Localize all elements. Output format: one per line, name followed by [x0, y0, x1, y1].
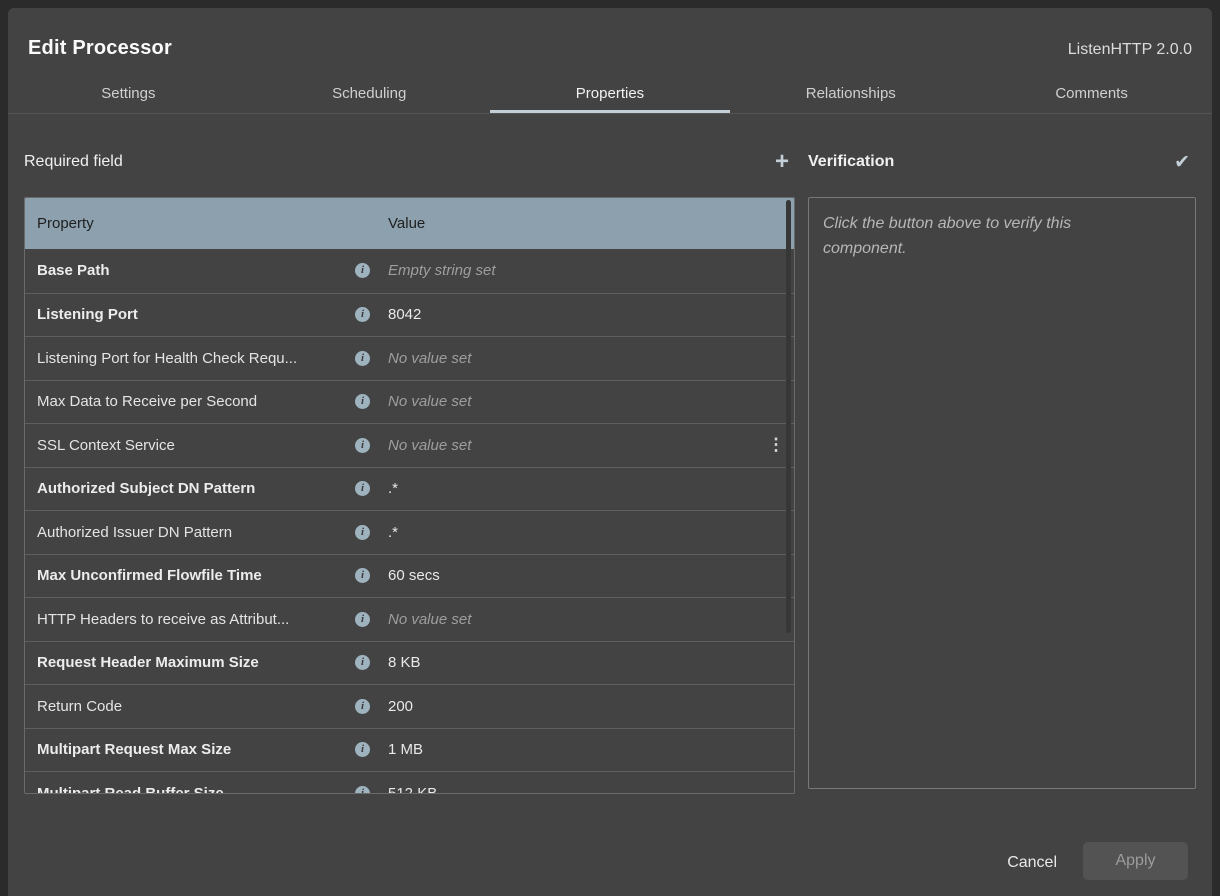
property-name: Max Data to Receive per Second	[37, 393, 355, 410]
tab-scheduling[interactable]: Scheduling	[249, 74, 490, 113]
info-icon[interactable]: i	[355, 655, 370, 670]
plus-icon: +	[775, 148, 789, 175]
property-name: HTTP Headers to receive as Attribut...	[37, 611, 355, 628]
info-icon[interactable]: i	[355, 263, 370, 278]
property-value[interactable]: 8042	[388, 306, 758, 323]
more-options-icon[interactable]: ⋮	[768, 435, 785, 455]
property-name: Multipart Request Max Size	[37, 741, 355, 758]
property-name: Max Unconfirmed Flowfile Time	[37, 567, 355, 584]
property-value[interactable]: 60 secs	[388, 567, 758, 584]
dialog-body: Required field + Property Value Base Pat…	[8, 114, 1212, 794]
tab-settings[interactable]: Settings	[8, 74, 249, 113]
properties-section: Required field + Property Value Base Pat…	[24, 114, 795, 794]
property-name: Return Code	[37, 698, 355, 715]
table-row[interactable]: Base Path i Empty string set	[25, 249, 794, 293]
table-row[interactable]: Authorized Subject DN Pattern i .*	[25, 467, 794, 511]
verify-button[interactable]: ✔	[1168, 151, 1196, 174]
processor-version: ListenHTTP 2.0.0	[1068, 41, 1192, 59]
table-row[interactable]: Multipart Read Buffer Size i 512 KB	[25, 771, 794, 794]
info-icon[interactable]: i	[355, 568, 370, 583]
property-name: SSL Context Service	[37, 437, 355, 454]
properties-table: Property Value Base Path i Empty string …	[24, 197, 795, 794]
tab-bar: SettingsSchedulingPropertiesRelationship…	[8, 74, 1212, 114]
info-icon[interactable]: i	[355, 742, 370, 757]
info-icon[interactable]: i	[355, 525, 370, 540]
info-icon[interactable]: i	[355, 307, 370, 322]
property-value[interactable]: No value set	[388, 393, 758, 410]
table-row[interactable]: Max Data to Receive per Second i No valu…	[25, 380, 794, 424]
check-icon: ✔	[1174, 152, 1190, 173]
property-value[interactable]: No value set	[388, 611, 758, 628]
info-icon[interactable]: i	[355, 351, 370, 366]
required-field-label: Required field	[24, 153, 123, 171]
property-value[interactable]: No value set	[388, 350, 758, 367]
table-row[interactable]: SSL Context Service i No value set ⋮	[25, 423, 794, 467]
tab-relationships[interactable]: Relationships	[730, 74, 971, 113]
column-header-property: Property	[37, 215, 355, 232]
property-name: Authorized Subject DN Pattern	[37, 480, 355, 497]
table-row[interactable]: Request Header Maximum Size i 8 KB	[25, 641, 794, 685]
info-icon[interactable]: i	[355, 481, 370, 496]
info-icon[interactable]: i	[355, 612, 370, 627]
verification-results-box: Click the button above to verify this co…	[808, 197, 1196, 789]
property-value[interactable]: .*	[388, 524, 758, 541]
info-icon[interactable]: i	[355, 438, 370, 453]
table-row[interactable]: Multipart Request Max Size i 1 MB	[25, 728, 794, 772]
tab-properties[interactable]: Properties	[490, 74, 731, 113]
property-name: Listening Port for Health Check Requ...	[37, 350, 355, 367]
property-value[interactable]: 8 KB	[388, 654, 758, 671]
property-value[interactable]: .*	[388, 480, 758, 497]
property-name: Request Header Maximum Size	[37, 654, 355, 671]
verification-section: Verification ✔ Click the button above to…	[808, 114, 1196, 794]
table-row[interactable]: Listening Port for Health Check Requ... …	[25, 336, 794, 380]
column-header-value: Value	[388, 215, 758, 232]
table-row[interactable]: Authorized Issuer DN Pattern i .*	[25, 510, 794, 554]
table-row[interactable]: HTTP Headers to receive as Attribut... i…	[25, 597, 794, 641]
property-value[interactable]: No value set	[388, 437, 758, 454]
info-icon[interactable]: i	[355, 394, 370, 409]
table-body: Base Path i Empty string set Listening P…	[25, 249, 794, 794]
info-icon[interactable]: i	[355, 699, 370, 714]
table-row[interactable]: Return Code i 200	[25, 684, 794, 728]
verification-label: Verification	[808, 153, 894, 171]
edit-processor-dialog: Edit Processor ListenHTTP 2.0.0 Settings…	[8, 8, 1212, 896]
dialog-header: Edit Processor ListenHTTP 2.0.0	[8, 8, 1212, 62]
property-value[interactable]: 200	[388, 698, 758, 715]
property-name: Base Path	[37, 262, 355, 279]
cancel-button[interactable]: Cancel	[1005, 846, 1059, 880]
add-property-button[interactable]: +	[769, 148, 795, 176]
verification-placeholder: Click the button above to verify this co…	[823, 212, 1143, 262]
property-name: Authorized Issuer DN Pattern	[37, 524, 355, 541]
page-title: Edit Processor	[28, 34, 172, 62]
property-value[interactable]: 512 KB	[388, 785, 758, 794]
tab-comments[interactable]: Comments	[971, 74, 1212, 113]
property-name: Multipart Read Buffer Size	[37, 785, 355, 794]
property-value[interactable]: 1 MB	[388, 741, 758, 758]
property-name: Listening Port	[37, 306, 355, 323]
property-value[interactable]: Empty string set	[388, 262, 758, 279]
apply-button[interactable]: Apply	[1083, 842, 1188, 880]
table-row[interactable]: Listening Port i 8042	[25, 293, 794, 337]
info-icon[interactable]: i	[355, 786, 370, 794]
table-scrollbar[interactable]	[786, 200, 791, 633]
table-header-row: Property Value	[25, 198, 794, 249]
table-row[interactable]: Max Unconfirmed Flowfile Time i 60 secs	[25, 554, 794, 598]
dialog-footer: Cancel Apply	[8, 826, 1212, 896]
